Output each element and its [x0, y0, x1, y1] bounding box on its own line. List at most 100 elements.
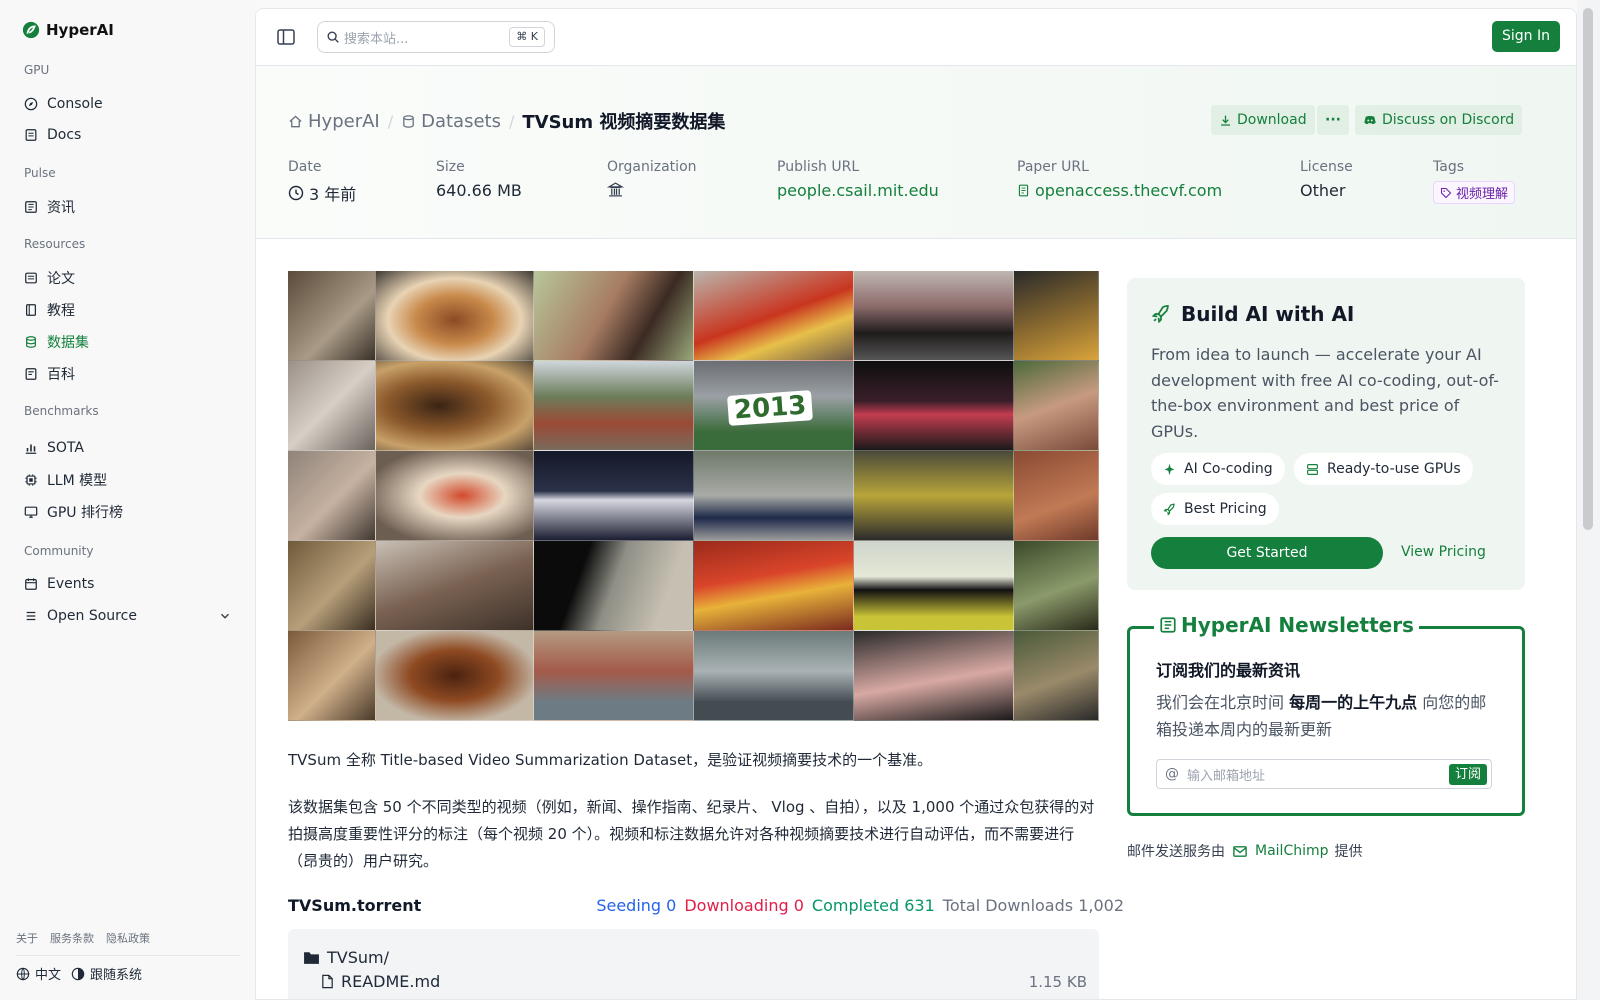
image-tile — [376, 541, 534, 631]
image-tile — [534, 451, 694, 541]
download-button[interactable]: Download — [1211, 105, 1315, 135]
sidebar-item-wiki[interactable]: 百科 — [24, 362, 234, 386]
torrent-title: TVSum.torrent — [288, 896, 422, 915]
newsletter-subtitle: 订阅我们的最新资讯 — [1156, 661, 1301, 680]
sidebar-toggle-icon[interactable] — [277, 29, 295, 45]
feature-chip-pricing: Best Pricing — [1151, 493, 1279, 525]
mail-icon — [1233, 845, 1247, 857]
image-tile — [854, 631, 1014, 721]
breadcrumb-datasets[interactable]: Datasets — [401, 111, 501, 132]
image-tile — [376, 271, 534, 361]
sidebar-item-open-source[interactable]: Open Source — [24, 604, 234, 628]
download-icon — [1221, 115, 1230, 126]
sign-in-button[interactable]: Sign In — [1492, 21, 1560, 52]
meta-license: License Other — [1300, 159, 1353, 200]
meta-value: 视频理解 — [1433, 181, 1516, 204]
sidebar-item-events[interactable]: Events — [24, 572, 234, 596]
breadcrumb-home[interactable]: HyperAI — [288, 111, 380, 132]
subscribe-button[interactable]: 订阅 — [1448, 764, 1487, 785]
search-placeholder: 搜索本站... — [344, 31, 409, 47]
image-tile — [694, 541, 854, 631]
meta-tags: Tags 视频理解 — [1433, 159, 1516, 204]
build-ai-card: Build AI with AI From idea to launch — a… — [1127, 278, 1525, 590]
rocket-icon — [1163, 503, 1175, 516]
feature-chip-ai-coding: AI Co-coding — [1151, 453, 1285, 485]
sidebar-item-label: Docs — [47, 127, 82, 143]
meta-label: Paper URL — [1017, 159, 1089, 175]
image-tile — [1014, 271, 1099, 361]
language-selector[interactable]: 中文 — [16, 964, 61, 983]
publish-url-link[interactable]: people.csail.mit.edu — [777, 181, 939, 200]
file-size: 1.15 KB — [1028, 973, 1087, 991]
folder-row[interactable]: TVSum/ — [302, 948, 389, 967]
brand-name: HyperAI — [46, 21, 114, 39]
downloading-count: Downloading 0 — [684, 896, 804, 915]
shortcut-hint: ⌘ K — [509, 27, 545, 47]
at-icon: @ — [1165, 766, 1179, 782]
privacy-link[interactable]: 隐私政策 — [106, 930, 150, 946]
sidebar-item-label: 教程 — [47, 303, 75, 319]
book-icon — [26, 304, 36, 316]
sidebar-item-label: Events — [47, 576, 95, 592]
footer-settings: 中文 跟随系统 — [16, 964, 142, 983]
file-name: README.md — [341, 972, 441, 991]
file-tree: TVSum/ README.md 1.15 KB — [288, 929, 1099, 999]
search-input[interactable]: 搜索本站... ⌘ K — [317, 21, 555, 53]
sidebar-item-docs[interactable]: Docs — [24, 123, 234, 147]
image-tile — [534, 361, 694, 451]
section-label-community: Community — [24, 544, 94, 558]
page-title: TVSum 视频摘要数据集 — [522, 112, 726, 133]
footer-links: 关于 服务条款 隐私政策 — [16, 930, 150, 946]
meta-organization: Organization — [607, 159, 697, 198]
mailchimp-link[interactable]: MailChimp — [1231, 843, 1329, 859]
meta-label: Size — [436, 159, 465, 175]
chip-label: AI Co-coding — [1184, 461, 1273, 477]
sidebar-item-tutorials[interactable]: 教程 — [24, 298, 234, 322]
get-started-button[interactable]: Get Started — [1151, 537, 1383, 569]
meta-size: Size 640.66 MB — [436, 159, 522, 200]
about-link[interactable]: 关于 — [16, 930, 38, 946]
meta-label: Publish URL — [777, 159, 860, 175]
chevron-down-icon[interactable] — [218, 609, 232, 623]
sidebar-item-llm[interactable]: LLM 模型 — [24, 468, 234, 492]
meta-date: Date 3 年前 — [288, 159, 356, 205]
sidebar-item-datasets[interactable]: 数据集 — [24, 330, 234, 354]
document-icon — [1018, 184, 1029, 197]
view-pricing-link[interactable]: View Pricing — [1401, 544, 1486, 560]
dataset-preview-image: 2013 — [288, 271, 1099, 721]
scrollbar-thumb[interactable] — [1583, 8, 1593, 530]
paper-url-link[interactable]: openaccess.thecvf.com — [1017, 181, 1222, 200]
powered-prefix: 邮件发送服务由 — [1127, 844, 1225, 860]
sidebar-item-label: Open Source — [47, 608, 137, 624]
meta-label: Organization — [607, 159, 697, 175]
discord-button[interactable]: Discuss on Discord — [1355, 105, 1523, 135]
terms-link[interactable]: 服务条款 — [50, 930, 94, 946]
meta-paper-url: Paper URL openaccess.thecvf.com — [1017, 159, 1222, 200]
sidebar-item-gpu-ranking[interactable]: GPU 排行榜 — [24, 500, 234, 524]
sidebar: HyperAI GPU Console Docs Pulse 资讯 Resour… — [0, 0, 255, 1000]
sidebar-item-sota[interactable]: SOTA — [24, 436, 234, 460]
sidebar-item-console[interactable]: Console — [24, 92, 234, 116]
file-icon — [322, 974, 333, 989]
page-scrollbar[interactable] — [1577, 0, 1600, 1000]
database-icon — [403, 114, 414, 128]
wiki-icon — [25, 368, 37, 380]
theme-selector[interactable]: 跟随系统 — [71, 964, 142, 983]
brand-logo[interactable]: HyperAI — [22, 21, 114, 39]
more-actions-button[interactable]: ··· — [1317, 105, 1349, 135]
footer-divider — [16, 955, 240, 956]
tag-badge[interactable]: 视频理解 — [1433, 181, 1516, 204]
image-tile — [694, 271, 854, 361]
file-row[interactable]: README.md — [320, 972, 440, 991]
image-tile — [854, 361, 1014, 451]
powered-suffix: 提供 — [1334, 844, 1363, 860]
folder-name: TVSum/ — [327, 948, 389, 967]
email-field[interactable]: @ 输入邮箱地址 订阅 — [1156, 759, 1492, 789]
email-placeholder: 输入邮箱地址 — [1187, 768, 1266, 784]
sidebar-item-papers[interactable]: 论文 — [24, 266, 234, 290]
image-tile — [534, 541, 694, 631]
newsletter-powered-by: 邮件发送服务由 MailChimp 提供 — [1127, 841, 1363, 861]
image-tile — [854, 541, 1014, 631]
sidebar-item-news[interactable]: 资讯 — [24, 195, 234, 219]
sidebar-item-label: GPU 排行榜 — [47, 505, 123, 521]
